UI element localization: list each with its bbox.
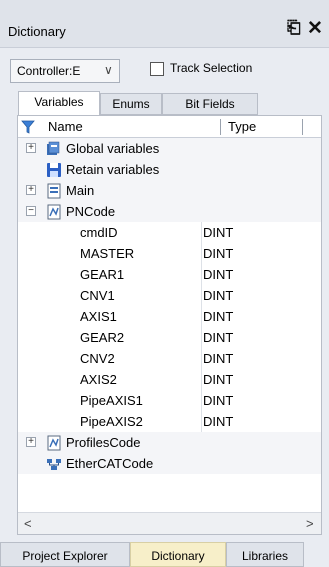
column-divider: [201, 306, 202, 327]
variable-name: CNV2: [80, 351, 115, 366]
tree-row-retain-variables[interactable]: Retain variables: [18, 159, 321, 180]
column-divider: [201, 243, 202, 264]
variable-row[interactable]: PipeAXIS1 DINT: [18, 390, 321, 411]
track-selection-label[interactable]: Track Selection: [170, 61, 252, 75]
variable-type: DINT: [203, 267, 234, 282]
variable-row[interactable]: cmdID DINT: [18, 222, 321, 243]
variable-name: GEAR2: [80, 330, 125, 345]
expand-icon[interactable]: +: [26, 143, 36, 153]
variable-name: GEAR1: [80, 267, 125, 282]
column-divider: [201, 348, 202, 369]
ethercat-icon: [47, 459, 61, 470]
variable-name: PipeAXIS1: [80, 393, 143, 408]
variable-type: DINT: [203, 288, 234, 303]
tab-variables[interactable]: Variables: [18, 91, 100, 116]
tree-row-label: Global variables: [66, 141, 160, 156]
tree-row-ethercatcode[interactable]: EtherCATCode: [18, 453, 321, 474]
variable-name: AXIS2: [80, 372, 117, 387]
column-header-type[interactable]: Type: [228, 119, 256, 134]
variable-row[interactable]: GEAR2 DINT: [18, 327, 321, 348]
tab-enums[interactable]: Enums: [100, 93, 162, 115]
close-icon[interactable]: ✕: [307, 17, 323, 40]
variable-name: MASTER: [80, 246, 135, 261]
dictionary-toolbar: Controller:E ∨ Track Selection: [0, 49, 329, 91]
variable-row[interactable]: AXIS1 DINT: [18, 306, 321, 327]
collapse-icon[interactable]: −: [26, 206, 36, 216]
tab-project-explorer[interactable]: Project Explorer: [0, 542, 130, 567]
variable-row[interactable]: GEAR1 DINT: [18, 264, 321, 285]
dictionary-tabs: Variables Enums Bit Fields: [0, 91, 329, 116]
program-icon: [47, 183, 61, 199]
column-divider[interactable]: [302, 119, 303, 135]
tree-row-label: ProfilesCode: [66, 435, 141, 450]
variables-grid: Name Type + Global variables Retain vari…: [17, 115, 322, 535]
tree-row-global-variables[interactable]: + Global variables: [18, 138, 321, 159]
tab-libraries[interactable]: Libraries: [226, 542, 304, 567]
tree-row-label: EtherCATCode: [66, 456, 154, 471]
program-icon: [47, 204, 61, 220]
column-divider[interactable]: [220, 119, 221, 135]
global-variables-icon: [47, 141, 60, 155]
tab-dictionary[interactable]: Dictionary: [130, 542, 226, 567]
tree-row-label: Main: [66, 183, 95, 198]
scroll-left-icon[interactable]: <: [24, 516, 32, 531]
variable-row[interactable]: PipeAXIS2 DINT: [18, 411, 321, 432]
tree-row-main[interactable]: + Main: [18, 180, 321, 201]
controller-dropdown[interactable]: Controller:E ∨: [10, 59, 120, 83]
pin-icon[interactable]: ⎗: [287, 18, 301, 38]
column-divider: [201, 285, 202, 306]
program-icon: [47, 435, 61, 451]
column-divider: [201, 264, 202, 285]
panel-titlebar: Dictionary ⎗ ✕: [0, 0, 329, 48]
controller-dropdown-value: Controller:E: [17, 64, 81, 78]
variable-name: PipeAXIS2: [80, 414, 143, 429]
variable-row[interactable]: AXIS2 DINT: [18, 369, 321, 390]
tree-row-pncode[interactable]: − PNCode: [18, 201, 321, 222]
variable-name: AXIS1: [80, 309, 117, 324]
chevron-down-icon[interactable]: ∨: [104, 63, 113, 77]
variable-type: DINT: [203, 309, 234, 324]
variable-type: DINT: [203, 246, 234, 261]
variable-name: cmdID: [80, 225, 118, 240]
variable-row[interactable]: CNV2 DINT: [18, 348, 321, 369]
variable-row[interactable]: MASTER DINT: [18, 243, 321, 264]
variable-type: DINT: [203, 372, 234, 387]
tree-row-profilescode[interactable]: + ProfilesCode: [18, 432, 321, 453]
variable-type: DINT: [203, 393, 234, 408]
tree-row-label: Retain variables: [66, 162, 160, 177]
variable-type: DINT: [203, 330, 234, 345]
scroll-right-icon[interactable]: >: [306, 516, 314, 531]
column-divider: [201, 369, 202, 390]
grid-header: Name Type: [18, 116, 321, 138]
column-divider: [201, 222, 202, 243]
tab-bit-fields[interactable]: Bit Fields: [162, 93, 258, 115]
variable-type: DINT: [203, 414, 234, 429]
column-header-name[interactable]: Name: [48, 119, 83, 134]
horizontal-scrollbar[interactable]: < >: [18, 512, 321, 534]
tree-row-label: PNCode: [66, 204, 116, 219]
track-selection-checkbox[interactable]: [150, 62, 164, 76]
variable-name: CNV1: [80, 288, 115, 303]
variable-row[interactable]: CNV1 DINT: [18, 285, 321, 306]
bottom-panel-tabs: Project Explorer Dictionary Libraries: [0, 542, 329, 567]
column-divider: [201, 390, 202, 411]
expand-icon[interactable]: +: [26, 185, 36, 195]
column-divider: [201, 411, 202, 432]
variable-type: DINT: [203, 351, 234, 366]
filter-icon[interactable]: [21, 120, 35, 134]
variable-type: DINT: [203, 225, 234, 240]
column-divider: [201, 327, 202, 348]
floppy-disk-icon: [47, 163, 61, 177]
panel-title: Dictionary: [8, 24, 66, 39]
expand-icon[interactable]: +: [26, 437, 36, 447]
